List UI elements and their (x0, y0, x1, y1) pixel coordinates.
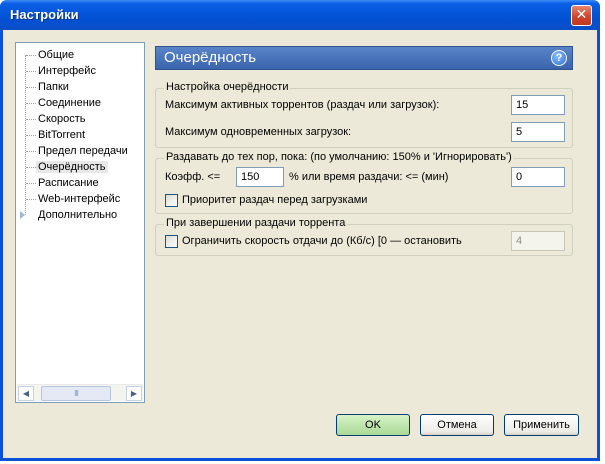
tree-item-queueing[interactable]: Очерёдность (16, 159, 144, 175)
close-button[interactable]: ✕ (571, 5, 592, 26)
arrow-right-icon: ▶ (130, 389, 138, 398)
apply-button[interactable]: Применить (504, 414, 579, 436)
seed-time-label: % или время раздачи: <= (мин) (289, 171, 449, 183)
limit-upload-input[interactable] (511, 231, 565, 251)
tree-horizontal-scrollbar[interactable]: ◀ III ▶ (17, 384, 143, 401)
panel-header: Очерёдность ? (155, 46, 573, 70)
max-active-input[interactable] (511, 95, 565, 115)
ok-button[interactable]: OK (336, 414, 410, 436)
group-label: Раздавать до тех пор, пока: (по умолчани… (164, 151, 514, 163)
dialog-client-area: Общие Интерфейс Папки Соединение Скорост… (3, 30, 597, 458)
tree-item-folders[interactable]: Папки (16, 79, 144, 95)
tree-item-advanced[interactable]: Дополнительно (16, 207, 144, 223)
close-icon: ✕ (575, 7, 588, 23)
scrollbar-thumb[interactable]: III (41, 386, 111, 401)
help-icon[interactable]: ? (551, 50, 567, 66)
group-label: При завершении раздачи торрента (164, 217, 348, 229)
cancel-button[interactable]: Отмена (420, 414, 494, 436)
tree-item-connection[interactable]: Соединение (16, 95, 144, 111)
expand-arrow-icon[interactable] (20, 211, 25, 219)
tree-items: Общие Интерфейс Папки Соединение Скорост… (16, 47, 144, 223)
seed-time-input[interactable] (511, 167, 565, 187)
priority-checkbox[interactable] (165, 194, 178, 207)
tree-item-scheduler[interactable]: Расписание (16, 175, 144, 191)
scroll-left-button[interactable]: ◀ (18, 386, 34, 401)
scroll-right-button[interactable]: ▶ (126, 386, 142, 401)
settings-window: Настройки ✕ Общие Интерфейс Папки Соедин… (0, 0, 600, 461)
limit-upload-label: Ограничить скорость отдачи до (Кб/с) [0 … (182, 235, 462, 247)
group-label: Настройка очерёдности (164, 81, 291, 93)
title-bar[interactable]: Настройки ✕ (0, 0, 600, 30)
tree-item-general[interactable]: Общие (16, 47, 144, 63)
tree-item-transfer-cap[interactable]: Предел передачи (16, 143, 144, 159)
priority-label: Приоритет раздач перед загрузками (182, 194, 368, 206)
max-downloads-label: Максимум одновременных загрузок: (165, 126, 352, 138)
queue-settings-group: Настройка очерёдности Максимум активных … (155, 81, 573, 148)
limit-upload-checkbox[interactable] (165, 235, 178, 248)
seeding-finished-group: При завершении раздачи торрента Ограничи… (155, 217, 573, 256)
ratio-input[interactable] (236, 167, 284, 187)
tree-item-speed[interactable]: Скорость (16, 111, 144, 127)
tree-item-interface[interactable]: Интерфейс (16, 63, 144, 79)
ratio-label: Коэфф. <= (165, 171, 221, 183)
panel-title: Очерёдность (164, 49, 257, 66)
max-downloads-input[interactable] (511, 122, 565, 142)
arrow-left-icon: ◀ (22, 389, 30, 398)
settings-category-tree: Общие Интерфейс Папки Соединение Скорост… (15, 42, 145, 403)
seeding-goal-group: Раздавать до тех пор, пока: (по умолчани… (155, 151, 573, 214)
window-title: Настройки (10, 7, 79, 22)
tree-item-web-ui[interactable]: Web-интерфейс (16, 191, 144, 207)
tree-item-bittorrent[interactable]: BitTorrent (16, 127, 144, 143)
max-active-label: Максимум активных торрентов (раздач или … (165, 99, 440, 111)
